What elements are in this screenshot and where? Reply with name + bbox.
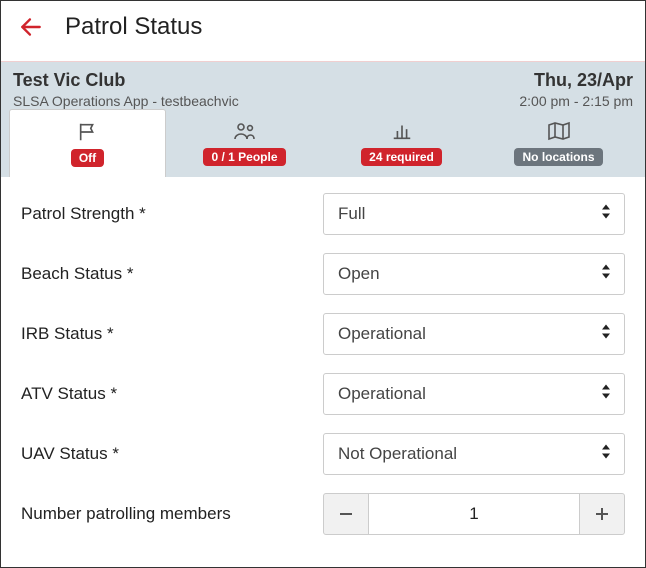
select-atv-status[interactable]: Operational <box>323 373 625 415</box>
minus-icon <box>338 506 354 522</box>
topbar: Patrol Status <box>1 1 645 62</box>
tab-locations-badge: No locations <box>514 148 602 166</box>
back-button[interactable] <box>15 11 47 43</box>
tab-people[interactable]: 0 / 1 People <box>166 109 323 177</box>
select-irb-status-value: Operational <box>338 324 426 344</box>
chevron-up-down-icon <box>600 264 612 285</box>
patrol-date: Thu, 23/Apr <box>519 70 633 91</box>
select-atv-status-value: Operational <box>338 384 426 404</box>
label-atv-status: ATV Status * <box>21 384 323 404</box>
label-irb-status: IRB Status * <box>21 324 323 344</box>
chevron-up-down-icon <box>600 204 612 225</box>
label-uav-status: UAV Status * <box>21 444 323 464</box>
tab-people-badge: 0 / 1 People <box>203 148 285 166</box>
select-beach-status[interactable]: Open <box>323 253 625 295</box>
map-icon <box>547 120 571 142</box>
tab-status[interactable]: Off <box>9 109 166 177</box>
flag-icon <box>77 121 99 143</box>
plus-icon <box>594 506 610 522</box>
app-subtitle: SLSA Operations App - testbeachvic <box>13 93 239 109</box>
row-beach-status: Beach Status * Open <box>21 253 625 295</box>
select-irb-status[interactable]: Operational <box>323 313 625 355</box>
row-atv-status: ATV Status * Operational <box>21 373 625 415</box>
context-left: Test Vic Club SLSA Operations App - test… <box>13 70 239 109</box>
tabbar: Off 0 / 1 People 24 required No location… <box>1 109 645 177</box>
chevron-up-down-icon <box>600 384 612 405</box>
stepper-increment[interactable] <box>579 493 625 535</box>
chevron-up-down-icon <box>600 444 612 465</box>
club-name: Test Vic Club <box>13 70 239 91</box>
select-beach-status-value: Open <box>338 264 380 284</box>
back-arrow-icon <box>18 14 44 40</box>
select-patrol-strength-value: Full <box>338 204 365 224</box>
patrol-time: 2:00 pm - 2:15 pm <box>519 93 633 109</box>
app-root: Patrol Status Test Vic Club SLSA Operati… <box>0 0 646 568</box>
label-members: Number patrolling members <box>21 504 323 524</box>
bar-chart-icon <box>391 120 413 142</box>
select-patrol-strength[interactable]: Full <box>323 193 625 235</box>
page-title: Patrol Status <box>65 13 202 41</box>
tab-locations[interactable]: No locations <box>480 109 637 177</box>
stepper-value[interactable]: 1 <box>369 493 579 535</box>
tab-status-badge: Off <box>71 149 104 167</box>
label-beach-status: Beach Status * <box>21 264 323 284</box>
row-patrol-strength: Patrol Strength * Full <box>21 193 625 235</box>
context-header: Test Vic Club SLSA Operations App - test… <box>1 62 645 109</box>
row-members: Number patrolling members 1 <box>21 493 625 535</box>
tab-stats-badge: 24 required <box>361 148 442 166</box>
select-uav-status[interactable]: Not Operational <box>323 433 625 475</box>
context-right: Thu, 23/Apr 2:00 pm - 2:15 pm <box>519 70 633 109</box>
stepper-decrement[interactable] <box>323 493 369 535</box>
stepper-members: 1 <box>323 493 625 535</box>
form: Patrol Strength * Full Beach Status * Op… <box>1 177 645 567</box>
select-uav-status-value: Not Operational <box>338 444 457 464</box>
tab-stats[interactable]: 24 required <box>323 109 480 177</box>
people-icon <box>232 120 258 142</box>
row-uav-status: UAV Status * Not Operational <box>21 433 625 475</box>
row-irb-status: IRB Status * Operational <box>21 313 625 355</box>
chevron-up-down-icon <box>600 324 612 345</box>
label-patrol-strength: Patrol Strength * <box>21 204 323 224</box>
